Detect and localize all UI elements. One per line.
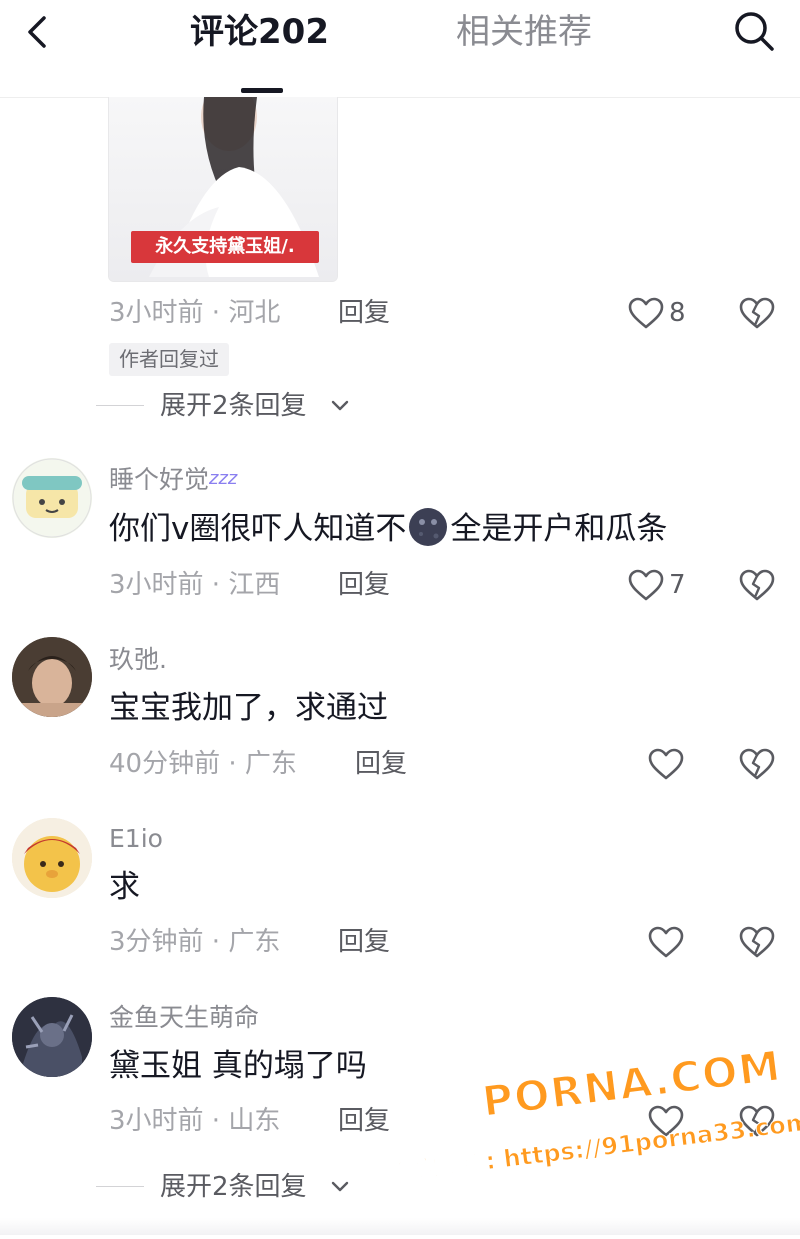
username[interactable]: 睡个好觉zzz [109, 463, 237, 496]
like-count: 8 [669, 298, 686, 328]
chevron-down-icon [331, 400, 349, 411]
broken-heart-icon[interactable] [738, 567, 776, 603]
comment-time-location: 3小时前 · 江西 [109, 570, 281, 600]
avatar[interactable] [12, 997, 92, 1077]
comment-time-location: 3分钟前 · 广东 [109, 927, 281, 957]
reply-button[interactable]: 回复 [338, 926, 390, 958]
avatar[interactable] [12, 637, 92, 717]
chevron-down-icon [331, 1181, 349, 1192]
heart-icon[interactable] [627, 568, 665, 602]
heart-icon[interactable] [647, 747, 685, 781]
search-icon[interactable] [728, 6, 780, 58]
comment-time-location: 40分钟前 · 广东 [109, 749, 297, 779]
broken-heart-icon[interactable] [738, 746, 776, 782]
username[interactable]: E1io [109, 823, 163, 855]
username[interactable]: 玖弛. [109, 644, 167, 676]
expand-replies-label: 展开2条回复 [160, 391, 307, 421]
comments-header: 评论202 相关推荐 [0, 0, 800, 98]
heart-icon[interactable] [627, 296, 665, 330]
comment-text: 你们v圈很吓人知道不 全是开户和瓜条 [109, 507, 667, 549]
author-replied-badge: 作者回复过 [109, 343, 229, 376]
broken-heart-icon[interactable] [738, 924, 776, 960]
expand-replies-label: 展开2条回复 [160, 1172, 307, 1202]
comment-text: 黛玉姐 真的塌了吗 [109, 1048, 367, 1084]
watermark-sub-text: 看完整版: https://91porna33.com [388, 1107, 800, 1188]
avatar[interactable] [12, 818, 92, 898]
expand-replies[interactable]: 展开2条回复 [96, 1170, 416, 1204]
sleep-zzz-icon: zzz [209, 468, 238, 489]
reply-button[interactable]: 回复 [338, 569, 390, 601]
broken-heart-icon[interactable] [738, 295, 776, 331]
image-caption: 永久支持黛玉姐/. [131, 231, 319, 263]
comment-text: 宝宝我加了，求通过 [109, 690, 388, 726]
heart-icon[interactable] [647, 925, 685, 959]
watermark: PORNA.COM 看完整版: https://91porna33.com [388, 1039, 800, 1234]
like-count: 7 [669, 570, 686, 600]
avatar[interactable] [12, 458, 92, 538]
comment-time-location: 3小时前 · 河北 [109, 298, 281, 328]
comment-time-location: 3小时前 · 山东 [109, 1106, 281, 1136]
dark-moon-emoji-icon [409, 508, 448, 546]
active-tab-indicator [241, 88, 283, 93]
reply-button[interactable]: 回复 [355, 748, 407, 780]
reply-button[interactable]: 回复 [338, 297, 390, 329]
bottom-edge [0, 1218, 800, 1235]
username[interactable]: 金鱼天生萌命 [109, 1002, 259, 1034]
tab-comments[interactable]: 评论202 [190, 10, 329, 54]
comment-image[interactable]: 永久支持黛玉姐/. [108, 97, 338, 282]
chevron-left-icon[interactable] [18, 12, 58, 52]
expand-replies[interactable]: 展开2条回复 [96, 389, 416, 423]
reply-button[interactable]: 回复 [338, 1105, 390, 1137]
comment-text: 求 [109, 869, 140, 905]
tab-related[interactable]: 相关推荐 [456, 10, 592, 54]
